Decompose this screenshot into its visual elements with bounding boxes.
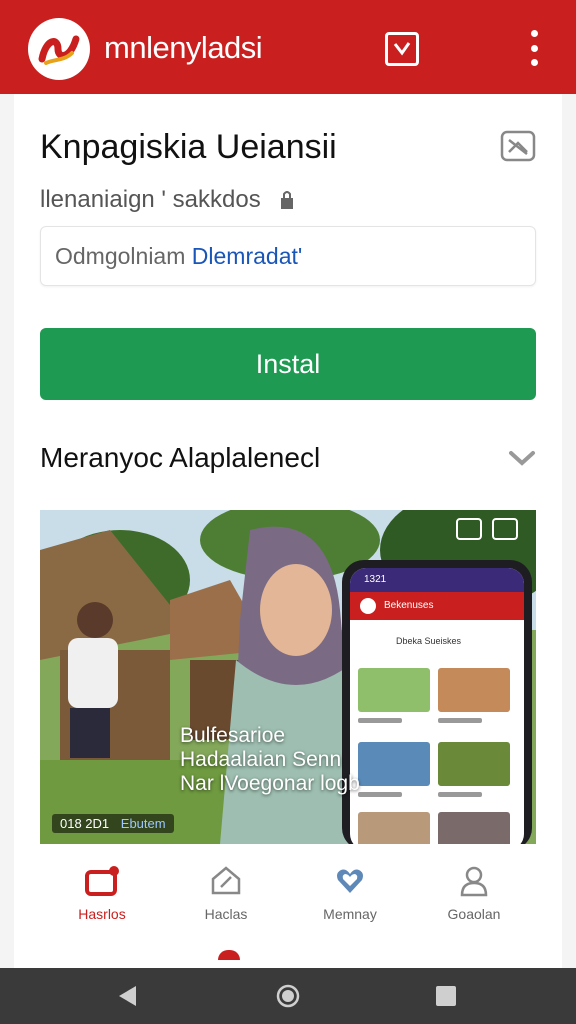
phone-thumb <box>358 742 430 786</box>
heart-icon <box>330 862 370 900</box>
bottom-navigation: Hasrlos Haclas Memnay Goaolan <box>40 852 536 944</box>
lock-icon <box>279 189 295 217</box>
phone-thumb <box>438 668 510 712</box>
recents-square-icon[interactable] <box>434 984 458 1008</box>
fullscreen-icon[interactable] <box>492 518 518 540</box>
phone-thumb <box>438 812 510 844</box>
nav-label: Hasrlos <box>78 906 126 922</box>
profile-icon <box>454 862 494 900</box>
nav-label: Goaolan <box>447 906 501 922</box>
phone-section-title: Dbeka Sueiskes <box>396 636 462 646</box>
nav-label: Memnay <box>323 906 377 922</box>
more-vertical-icon[interactable] <box>522 30 546 66</box>
section-title: Meranyoc Alaplalenecl <box>40 442 321 473</box>
edit-icon <box>206 862 246 900</box>
nav-item-store[interactable]: Hasrlos <box>40 852 164 944</box>
info-box: Odmgolniam Dlemradat' <box>40 226 536 286</box>
phone-mockup: 1321 Bekenuses Dbeka Sueiskes <box>342 560 532 844</box>
back-triangle-icon[interactable] <box>116 984 140 1008</box>
phone-app-title: Bekenuses <box>384 600 434 611</box>
chevron-down-icon[interactable] <box>508 448 536 468</box>
nav-item-heart[interactable]: Memnay <box>288 852 412 944</box>
checkbox-icon[interactable] <box>385 32 419 66</box>
app-title: Knpagiskia Ueiansii <box>40 128 337 166</box>
nav-item-edit[interactable]: Haclas <box>164 852 288 944</box>
store-icon <box>82 862 122 900</box>
play-icon[interactable] <box>456 518 482 540</box>
phone-status-bar: 1321 <box>350 568 524 592</box>
home-circle-icon[interactable] <box>276 984 300 1008</box>
phone-app-logo-icon <box>360 598 376 614</box>
app-logo-icon[interactable] <box>28 18 90 80</box>
phone-thumb <box>358 812 430 844</box>
promo-badge: 018 2D1 Ebutem <box>52 814 174 833</box>
phone-thumb <box>358 668 430 712</box>
app-bar: mnlenyladsi <box>0 0 576 94</box>
info-link[interactable]: Dlemradat' <box>192 243 303 269</box>
app-subtitle: llenaniaign ' sakkdos <box>40 186 295 217</box>
nav-item-profile[interactable]: Goaolan <box>412 852 536 944</box>
system-navigation-bar <box>0 968 576 1024</box>
promo-overlay-text: Bulfesarioe Hadaalaian Senn Nar lVoegona… <box>180 724 360 795</box>
app-developer: llenaniaign ' sakkdos <box>40 186 261 213</box>
app-detail-card: Knpagiskia Ueiansii llenaniaign ' sakkdo… <box>14 94 562 970</box>
info-label: Odmgolniam <box>55 243 186 269</box>
share-icon[interactable] <box>500 130 536 162</box>
phone-thumb <box>438 742 510 786</box>
app-bar-title: mnlenyladsi <box>104 30 263 65</box>
active-indicator <box>218 950 240 960</box>
install-button[interactable]: Instal <box>40 328 536 400</box>
nav-label: Haclas <box>204 906 248 922</box>
promo-banner-image[interactable]: 1321 Bekenuses Dbeka Sueiskes Bulfesario <box>40 510 536 844</box>
